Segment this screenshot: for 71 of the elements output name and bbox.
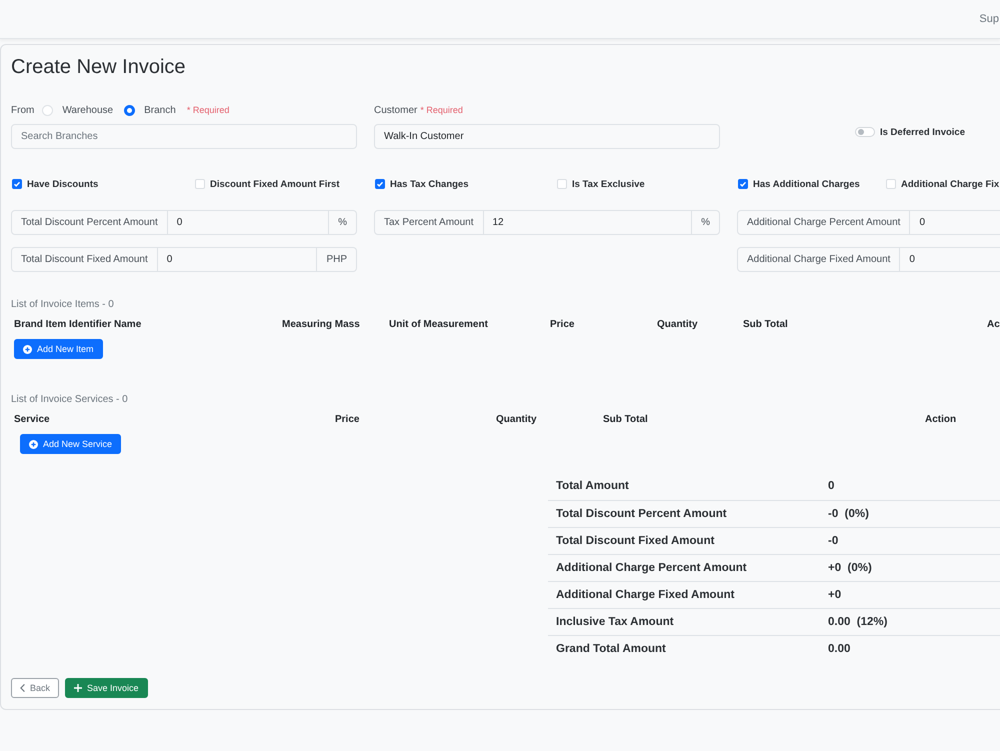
checkbox-label[interactable]: Additional Charge Fix xyxy=(901,178,1000,190)
checkbox-label[interactable]: Has Additional Charges xyxy=(753,178,860,190)
toggle-label[interactable]: Is Deferred Invoice xyxy=(880,126,965,138)
column-header: Price xyxy=(334,414,360,424)
checkbox[interactable] xyxy=(738,179,748,189)
field-label: Customer xyxy=(374,104,418,116)
total-label: Grand Total Amount xyxy=(548,635,820,662)
field-label: Additional Charge Fixed Amount xyxy=(737,247,900,272)
plus-circle-icon xyxy=(23,344,32,354)
field-label: Total Discount Percent Amount xyxy=(11,210,168,235)
customer-field[interactable]: Walk-In Customer xyxy=(374,124,720,149)
save-invoice-button[interactable]: Save Invoice xyxy=(65,678,148,698)
unit-label: % xyxy=(692,210,720,235)
total-value: 0.00 (12%) xyxy=(820,608,1000,635)
column-header: Unit of Measurement xyxy=(388,318,489,330)
column-header: Sub Total xyxy=(742,318,789,330)
required-note: * Required xyxy=(186,105,230,115)
total-value: 0.00 xyxy=(820,635,1000,662)
toggle-switch[interactable] xyxy=(854,127,875,137)
column-header: Ac xyxy=(986,318,1000,330)
total-label: Additional Charge Fixed Amount xyxy=(548,581,820,608)
total-label: Additional Charge Percent Amount xyxy=(548,554,820,581)
chevron-left-icon xyxy=(20,684,25,692)
column-header: Action xyxy=(924,414,958,424)
plus-circle-icon xyxy=(29,440,38,448)
add-service-button[interactable]: Add New Service xyxy=(20,434,122,454)
input-field[interactable]: 12 xyxy=(484,210,692,235)
total-value: -0 xyxy=(820,527,1000,554)
field-label: Tax Percent Amount xyxy=(374,210,484,235)
checkbox[interactable] xyxy=(12,179,22,189)
column-header: Measuring Mass xyxy=(281,318,361,330)
total-label: Inclusive Tax Amount xyxy=(548,608,820,635)
column-header: Sub Total xyxy=(602,414,649,424)
unit-label: % xyxy=(329,210,357,235)
radio-label[interactable]: Warehouse xyxy=(62,104,114,116)
back-button[interactable]: Back xyxy=(11,678,60,698)
column-header: Quantity xyxy=(495,414,538,424)
checkbox-label[interactable]: Have Discounts xyxy=(27,178,98,190)
checkbox-label[interactable]: Has Tax Changes xyxy=(390,178,468,190)
add-item-button[interactable]: Add New Item xyxy=(14,339,103,359)
radio-label[interactable]: Branch xyxy=(144,104,176,116)
checkbox[interactable] xyxy=(375,179,385,189)
total-value: +0 (0%) xyxy=(820,554,1000,581)
plus-icon xyxy=(74,684,82,692)
total-label: Total Discount Percent Amount xyxy=(548,500,820,527)
field-label: Additional Charge Percent Amount xyxy=(737,210,910,235)
user-menu[interactable]: Sup xyxy=(979,13,999,25)
list-title: List of Invoice Items - 0 xyxy=(11,299,115,311)
required-note: * Required xyxy=(420,105,463,115)
column-header: Quantity xyxy=(656,318,699,330)
input-field[interactable]: 0 xyxy=(910,210,1000,235)
column-header: Service xyxy=(13,414,51,424)
total-value: -0 (0%) xyxy=(820,500,1000,527)
field-label: Total Discount Fixed Amount xyxy=(11,247,158,272)
checkbox-label[interactable]: Is Tax Exclusive xyxy=(572,178,645,190)
unit-label: PHP xyxy=(317,247,357,272)
total-value: 0 xyxy=(820,473,1000,500)
column-header: Brand Item Identifier Name xyxy=(13,318,142,330)
input-field[interactable]: 0 xyxy=(158,247,318,272)
page-title: Create New Invoice xyxy=(11,55,187,79)
total-value: +0 xyxy=(820,581,1000,608)
checkbox-label[interactable]: Discount Fixed Amount First xyxy=(210,178,340,190)
input-field[interactable]: 0 xyxy=(168,210,330,235)
search-field[interactable]: Search Branches xyxy=(11,124,357,149)
list-title: List of Invoice Services - 0 xyxy=(11,394,129,406)
field-label: From xyxy=(11,104,34,116)
total-label: Total Discount Fixed Amount xyxy=(548,527,820,554)
total-label: Total Amount xyxy=(548,473,820,500)
radio-button[interactable] xyxy=(124,104,136,116)
input-field[interactable]: 0 xyxy=(900,247,1000,272)
column-header: Price xyxy=(549,318,576,330)
